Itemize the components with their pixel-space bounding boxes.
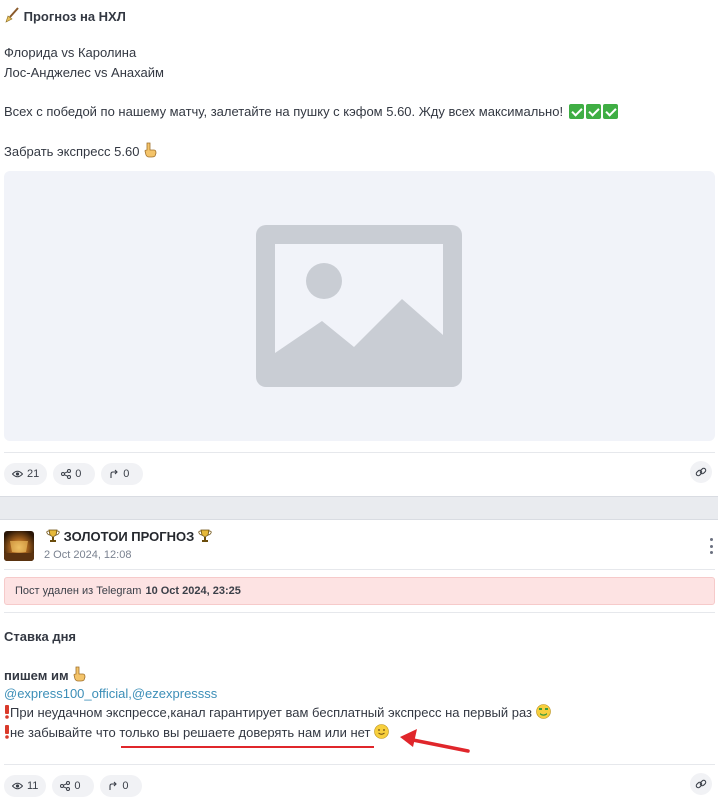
money-mouth-face-icon — [535, 704, 551, 724]
copy-link-button[interactable] — [690, 773, 712, 795]
post-stats: 21 0 0 — [4, 463, 144, 485]
mentions-link[interactable]: @express100_official,@ezexpressss — [4, 685, 217, 703]
deleted-notice: Пост удален из Telegram 10 Oct 2024, 23:… — [4, 577, 715, 605]
red-underline-annotation — [121, 746, 374, 748]
share-icon — [60, 781, 71, 791]
forward-icon — [110, 469, 119, 478]
broom-icon — [4, 7, 20, 28]
post-title: Прогноз на НХЛ — [4, 7, 126, 28]
check-mark-button-icon — [568, 104, 584, 119]
channel-name[interactable]: ЗОЛОТОИ ПРОГНОЗ — [46, 529, 212, 546]
copy-link-button[interactable] — [690, 461, 712, 483]
cta-line[interactable]: Забрать экспресс 5.60 — [4, 142, 157, 163]
eye-icon — [12, 782, 23, 790]
forwards-counter[interactable]: 0 — [101, 463, 144, 485]
shares-counter[interactable]: 0 — [52, 775, 95, 797]
trust-line: не забывайте что только вы решаете довер… — [4, 724, 389, 744]
trophy-icon — [46, 529, 60, 546]
smiling-face-icon — [374, 724, 389, 744]
post-card-2: ЗОЛОТОИ ПРОГНОЗ 2 Oct 2024, 12:08 Пост у… — [0, 520, 718, 803]
forwards-counter[interactable]: 0 — [100, 775, 143, 797]
post-image[interactable] — [4, 171, 715, 441]
post-separator — [0, 496, 718, 520]
red-arrow-annotation — [400, 729, 470, 753]
share-icon — [61, 469, 72, 479]
divider — [4, 612, 715, 613]
post-heading: Ставка дня — [4, 629, 77, 644]
divider — [4, 452, 715, 453]
pointing-down-hand-icon — [143, 142, 157, 163]
more-options-icon[interactable] — [710, 538, 714, 554]
highlighted-text: только вы решаете доверять нам или нет — [119, 725, 371, 740]
eye-icon — [12, 470, 23, 478]
link-icon — [695, 467, 707, 477]
write-us-line: пишем им — [4, 666, 86, 687]
match-line-2: Лос-Анджелес vs Анахайм — [4, 65, 164, 80]
post-message: Всех с победой по нашему матчу, залетайт… — [4, 103, 618, 121]
check-mark-button-icon — [585, 104, 601, 119]
match-line-1: Флорида vs Каролина — [4, 45, 137, 60]
views-counter[interactable]: 11 — [4, 775, 47, 797]
link-icon — [695, 779, 707, 789]
pointing-down-hand-icon — [72, 666, 86, 687]
guarantee-line: При неудачном экспрессе,канал гарантируе… — [4, 704, 551, 724]
divider — [4, 569, 715, 570]
post-stats: 11 0 0 — [4, 775, 143, 797]
image-placeholder-icon — [256, 225, 462, 387]
divider — [4, 764, 715, 765]
post-card-1: Прогноз на НХЛ Флорида vs Каролина Лос-А… — [0, 0, 718, 495]
check-mark-button-icon — [602, 104, 618, 119]
post-date: 2 Oct 2024, 12:08 — [44, 549, 132, 561]
trophy-icon — [198, 529, 212, 546]
shares-counter[interactable]: 0 — [53, 463, 96, 485]
views-counter[interactable]: 21 — [4, 463, 48, 485]
channel-avatar[interactable] — [4, 531, 34, 561]
forward-icon — [109, 781, 118, 790]
